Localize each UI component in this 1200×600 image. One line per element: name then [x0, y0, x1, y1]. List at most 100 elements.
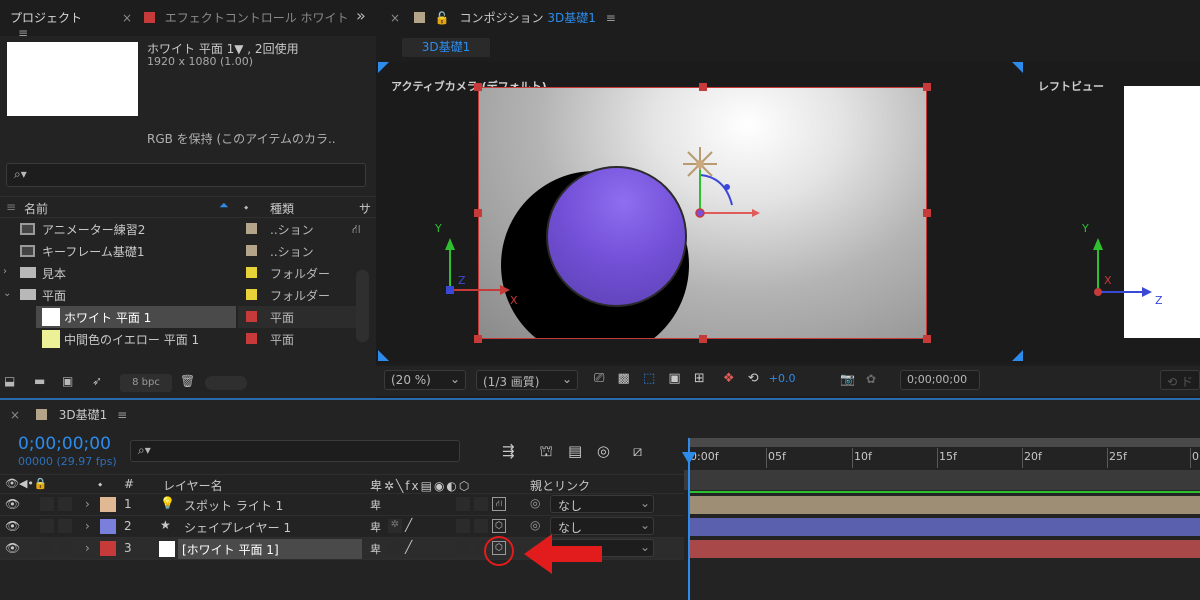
layer-row[interactable]: 👁 › 1 💡 スポット ライト 1 卑 ⛙ ◎ なし ⌄: [0, 494, 684, 516]
time-ruler[interactable]: 0:00f05f10f15f20f25f01:: [684, 438, 1200, 470]
switch-slot[interactable]: [474, 497, 488, 511]
label-color-swatch[interactable]: [246, 289, 257, 300]
layer-bar-shape[interactable]: [690, 518, 1200, 536]
tab-project[interactable]: プロジェクト ≡: [10, 9, 100, 47]
close-icon[interactable]: ×: [390, 11, 400, 25]
visibility-eye-icon[interactable]: 👁: [5, 541, 20, 555]
chevron-down-icon[interactable]: ⌄: [3, 288, 11, 299]
visibility-eye-icon[interactable]: 👁: [5, 519, 20, 533]
project-list-item[interactable]: ホワイト 平面 1 平面: [0, 306, 356, 328]
comp-breadcrumb[interactable]: 3D基礎1: [402, 38, 490, 57]
light-hierarchy-icon[interactable]: ⛙: [492, 497, 506, 511]
project-list-item[interactable]: ⌄ 平面 フォルダー: [0, 284, 356, 306]
frame-handle-tl[interactable]: [474, 83, 482, 91]
lock-toggle[interactable]: [58, 519, 72, 533]
shy-switch-icon[interactable]: 卑: [370, 541, 381, 557]
frame-handle-tr[interactable]: [923, 83, 931, 91]
visibility-eye-icon[interactable]: 👁: [5, 497, 20, 511]
layer-bar-spotlight[interactable]: [690, 496, 1200, 514]
expand-panels-icon[interactable]: »: [356, 6, 366, 25]
render-queue-icon[interactable]: ➶: [92, 374, 102, 388]
tab-timeline[interactable]: × 3D基礎1 ≡: [10, 406, 127, 423]
layer-label-swatch[interactable]: [100, 519, 116, 534]
solo-toggle[interactable]: [40, 541, 54, 555]
col-extra[interactable]: サ: [359, 200, 371, 217]
lock-toggle[interactable]: [58, 541, 72, 555]
label-color-swatch[interactable]: [246, 223, 257, 234]
new-composition-icon[interactable]: ▣: [62, 374, 73, 388]
project-list-item[interactable]: キーフレーム基礎1 ..ション: [0, 240, 356, 262]
frame-handle-br[interactable]: [923, 335, 931, 343]
collapse-switch[interactable]: ✲: [388, 519, 402, 533]
label-tag-icon[interactable]: ⬩: [244, 200, 248, 215]
frame-handle-mr[interactable]: [923, 209, 931, 217]
pickwhip-icon[interactable]: ◎: [530, 496, 540, 510]
project-list-item[interactable]: 中間色のイエロー 平面 1 平面: [0, 328, 356, 350]
tab-menu-icon[interactable]: ≡: [606, 11, 616, 25]
lock-icon[interactable]: 🔓: [435, 11, 450, 25]
switch-slot[interactable]: [474, 519, 488, 533]
frame-handle-bl[interactable]: [474, 335, 482, 343]
graph-editor-icon[interactable]: ⧄: [633, 442, 643, 460]
collapse-switch[interactable]: [388, 541, 402, 555]
playhead-icon[interactable]: [682, 452, 696, 464]
project-list-item[interactable]: アニメーター練習2 ..ション: [0, 218, 356, 240]
switch-slot[interactable]: [456, 541, 470, 555]
fast-preview-icon[interactable]: ⎚: [594, 371, 604, 386]
layer-bar-solid[interactable]: [690, 540, 1200, 558]
solo-toggle[interactable]: [40, 497, 54, 511]
tab-effects[interactable]: × エフェクトコントロール ホワイト: [122, 9, 352, 31]
shy-switch-icon[interactable]: 卑: [370, 519, 381, 535]
frame-handle-tc[interactable]: [699, 83, 707, 91]
expand-chevron-icon[interactable]: ›: [85, 519, 90, 533]
sort-ascending-icon[interactable]: ⏶: [219, 198, 229, 213]
reset-exposure-icon[interactable]: ⟲: [748, 371, 759, 386]
label-color-swatch[interactable]: [246, 245, 257, 256]
col-type[interactable]: 種類: [270, 200, 294, 217]
show-snapshot-icon[interactable]: ✿: [866, 372, 876, 386]
channel-icon[interactable]: ❖: [723, 371, 735, 386]
snapshot-icon[interactable]: 📷: [840, 372, 855, 386]
spotlight-gizmo[interactable]: [680, 145, 770, 230]
comp-mini-flowchart-icon[interactable]: ⇶: [502, 442, 515, 460]
3d-layer-icon[interactable]: ⬡: [492, 519, 506, 533]
grid-guides-icon[interactable]: ⊞: [694, 371, 705, 386]
timeline-timecode[interactable]: 0;00;00;00: [18, 434, 111, 454]
project-list-item[interactable]: › 見本 フォルダー: [0, 262, 356, 284]
mask-visibility-icon[interactable]: ⬚: [643, 371, 655, 386]
layer-name[interactable]: [ホワイト 平面 1]: [182, 541, 279, 558]
switch-slot[interactable]: [456, 497, 470, 511]
expand-chevron-icon[interactable]: ›: [85, 497, 90, 511]
timeline-search-input[interactable]: ⌕▾: [130, 440, 460, 462]
frame-handle-bc[interactable]: [699, 335, 707, 343]
quality-switch-icon[interactable]: ╱: [405, 518, 412, 532]
label-color-swatch[interactable]: [246, 267, 257, 278]
region-of-interest-icon[interactable]: ▣: [668, 371, 680, 386]
resolution-dropdown[interactable]: (1/3 画質) ⌄: [476, 370, 578, 390]
label-color-swatch[interactable]: [246, 311, 257, 322]
layer-name[interactable]: スポット ライト 1: [184, 497, 283, 514]
frame-handle-ml[interactable]: [474, 209, 482, 217]
expand-chevron-icon[interactable]: ›: [85, 541, 90, 555]
shy-switch-icon[interactable]: 卑: [370, 497, 381, 513]
tab-composition[interactable]: × 🔓 コンポジション 3D基礎1 ≡: [390, 9, 616, 26]
close-icon[interactable]: ×: [10, 408, 20, 422]
project-scrollbar[interactable]: [356, 270, 369, 342]
exposure-value[interactable]: +0.0: [769, 372, 796, 385]
layer-name[interactable]: シェイプレイヤー 1: [184, 519, 291, 536]
bpc-button[interactable]: 8 bpc: [120, 374, 172, 392]
motion-blur-icon[interactable]: ◎: [597, 442, 610, 460]
new-folder-icon[interactable]: ▬: [34, 374, 45, 388]
layer-label-swatch[interactable]: [100, 541, 116, 556]
col-name[interactable]: 名前: [24, 200, 48, 217]
purple-circle[interactable]: [546, 166, 687, 307]
close-icon[interactable]: ×: [122, 11, 132, 25]
extra-viewer-dropdown[interactable]: ⟲ ド: [1160, 370, 1200, 390]
tab-menu-icon[interactable]: ≡: [117, 408, 127, 422]
pickwhip-icon[interactable]: ◎: [530, 518, 540, 532]
solo-toggle[interactable]: [40, 519, 54, 533]
col-parent[interactable]: 親とリンク: [530, 477, 590, 494]
transparency-grid-icon[interactable]: ▩: [618, 371, 630, 386]
lock-toggle[interactable]: [58, 497, 72, 511]
chevron-right-icon[interactable]: ›: [3, 266, 7, 277]
